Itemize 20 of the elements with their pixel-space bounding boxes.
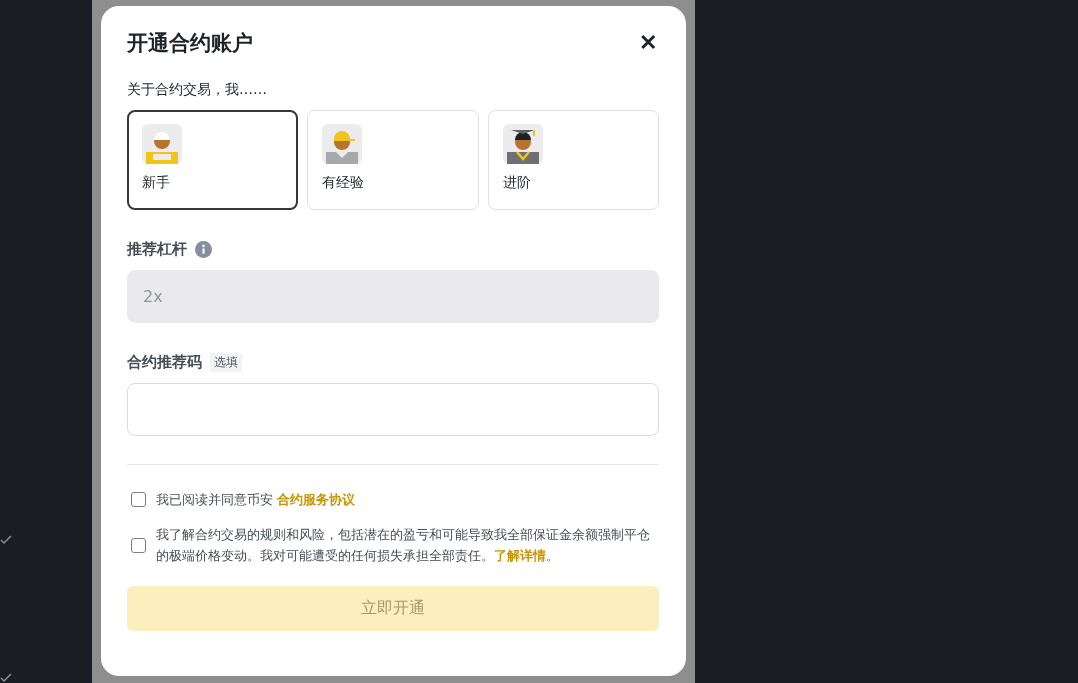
optional-tag: 选填 <box>210 353 242 372</box>
referral-code-field[interactable] <box>127 383 659 436</box>
experience-option[interactable]: 有经验 <box>307 110 479 210</box>
field-label: 推荐杠杆 <box>127 240 187 259</box>
question-text: 关于合约交易，我…… <box>127 81 268 99</box>
check-icon <box>0 535 12 545</box>
field-label: 合约推荐码 <box>127 353 202 372</box>
person-avatar-icon <box>142 124 182 164</box>
agreement-text: 我了解合约交易的规则和风险，包括潜在的盈亏和可能导致我全部保证金余额强制平仓的极端价格变动。我对可能遭受的任何损失承担全部责任。了解详情。 <box>156 526 651 565</box>
agreement-text: 我已阅读并同意币安 合约服务协议 <box>156 491 355 509</box>
person-avatar-icon <box>502 124 543 164</box>
experience-option[interactable]: 新手 <box>127 110 299 210</box>
experience-option[interactable]: 进阶 <box>487 110 659 210</box>
info-icon[interactable] <box>195 241 212 258</box>
agreement-checkbox[interactable] <box>131 492 146 507</box>
agreement-checkbox[interactable] <box>131 537 146 553</box>
close-button[interactable]: ✕ <box>637 32 659 54</box>
dialog-title: 开通合约账户 <box>127 30 253 57</box>
check-icon <box>0 673 12 683</box>
person-avatar-icon <box>322 124 363 164</box>
